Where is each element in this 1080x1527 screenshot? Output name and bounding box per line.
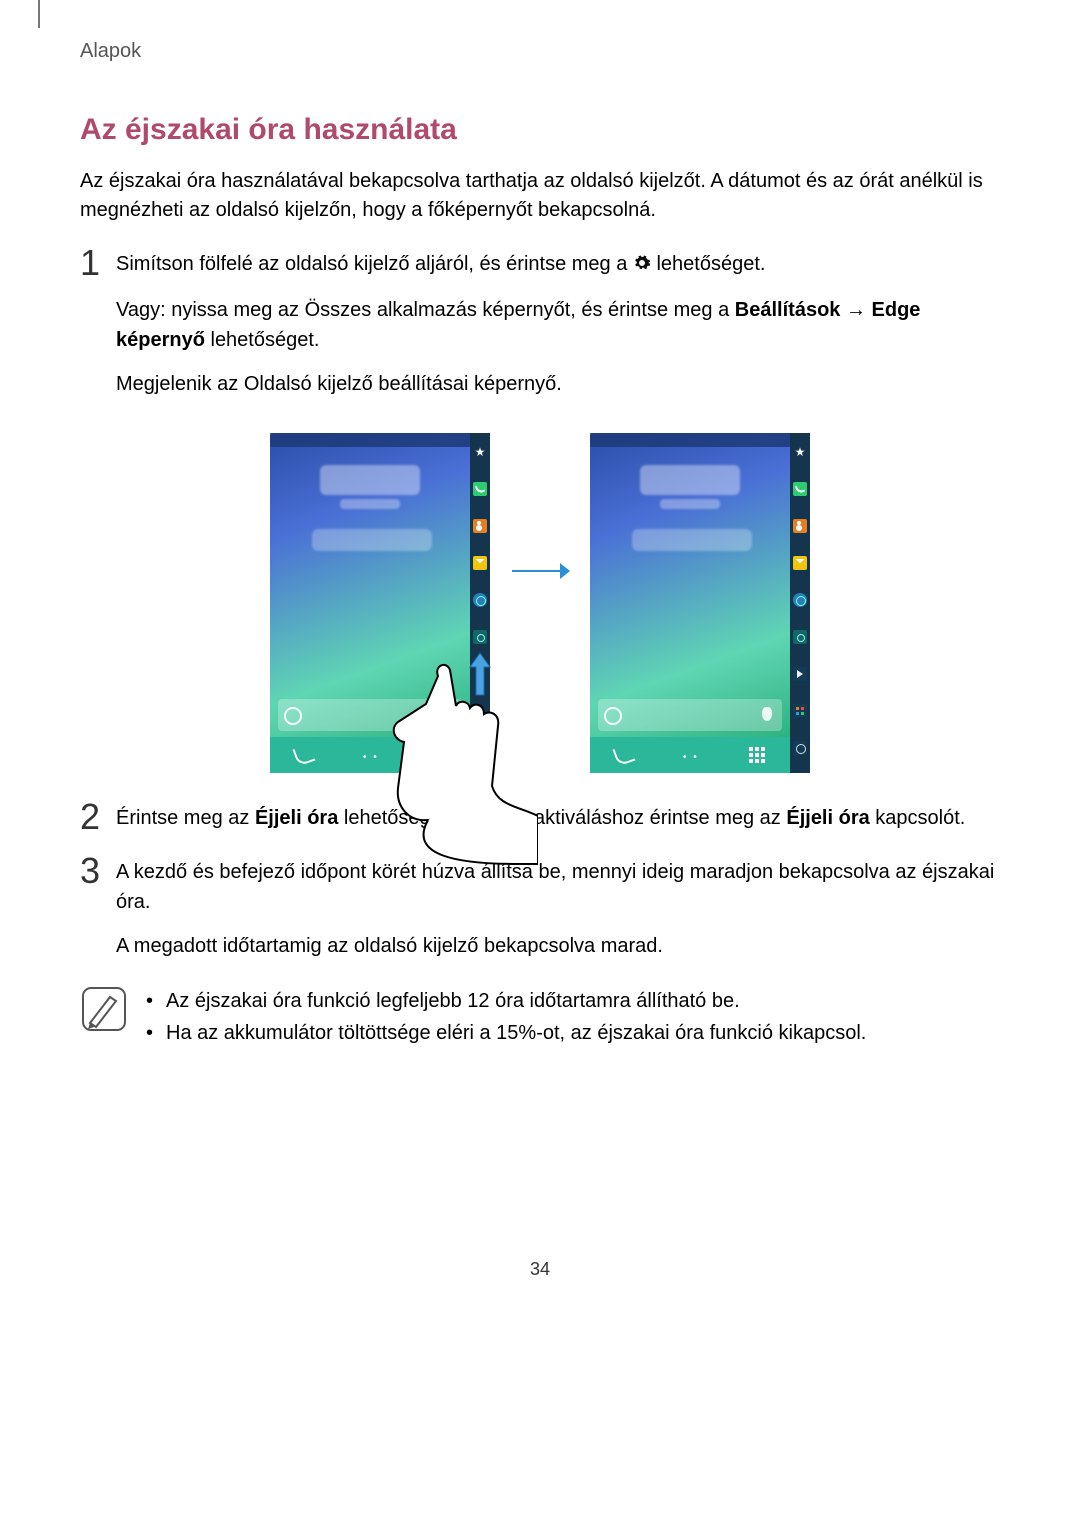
dock-apps-icon [749, 747, 765, 763]
lockscreen-date [660, 499, 720, 509]
step3-p2: A megadott időtartamig az oldalsó kijelz… [116, 931, 1000, 961]
nav-dock [590, 737, 790, 773]
step-number: 3 [80, 853, 116, 889]
header-rule [38, 0, 40, 28]
step2-text: Érintse meg az Éjjeli óra lehetőséget, m… [116, 803, 1000, 833]
globe-icon [473, 593, 487, 607]
step1-line1a: Simítson fölfelé az oldalsó kijelző aljá… [116, 253, 633, 275]
step2-a: Érintse meg az [116, 807, 255, 829]
camera-icon [793, 630, 807, 644]
step1-line1b: lehetőséget. [656, 253, 765, 275]
page-number: 34 [80, 1259, 1000, 1280]
note-icon [80, 985, 128, 1033]
step2-e: kapcsolót. [870, 807, 966, 829]
call-icon [473, 482, 487, 496]
note-list: • Az éjszakai óra funkció legfeljebb 12 … [146, 985, 866, 1049]
transition-arrow-icon [510, 559, 570, 588]
call-icon [793, 482, 807, 496]
step1-line2a: Vagy: nyissa meg az Összes alkalmazás ké… [116, 299, 735, 321]
intro-paragraph: Az éjszakai óra használatával bekapcsolv… [80, 167, 1000, 225]
step1-line2b: Beállítások [735, 299, 841, 321]
mail-icon [473, 556, 487, 570]
note-text-2: Ha az akkumulátor töltöttsége eléri a 15… [166, 1017, 866, 1049]
contact-icon [473, 519, 487, 533]
note-item-2: • Ha az akkumulátor töltöttsége eléri a … [146, 1017, 866, 1049]
step-number: 1 [80, 245, 116, 281]
note-box: • Az éjszakai óra funkció legfeljebb 12 … [80, 985, 1000, 1049]
note-text-1: Az éjszakai óra funkció legfeljebb 12 ór… [166, 985, 740, 1017]
gear-icon [793, 741, 807, 755]
star-icon: ★ [473, 445, 487, 459]
step1-line2e: lehetőséget. [205, 329, 320, 351]
dock-phone-icon [612, 743, 635, 766]
star-icon: ★ [793, 445, 807, 459]
play-icon [793, 667, 807, 681]
step-3: 3 A kezdő és befejező időpont körét húzv… [80, 857, 1000, 975]
lockscreen-weather [632, 529, 752, 551]
edge-panel-after: ★ [790, 433, 810, 773]
step1-line1: Simítson fölfelé az oldalsó kijelző aljá… [116, 249, 1000, 281]
dock-phone-icon [292, 743, 315, 766]
lockscreen-weather [312, 529, 432, 551]
gear-icon [633, 251, 651, 281]
search-bar [598, 699, 782, 731]
step1-line3: Megjelenik az Oldalsó kijelző beállítása… [116, 369, 1000, 399]
status-bar [590, 433, 790, 447]
breadcrumb: Alapok [80, 40, 1000, 63]
step1-line2c: → [840, 299, 871, 321]
dock-indicator-icon [683, 747, 699, 763]
step-2: 2 Érintse meg az Éjjeli óra lehetőséget,… [80, 803, 1000, 847]
step-1: 1 Simítson fölfelé az oldalsó kijelző al… [80, 249, 1000, 413]
step1-line2: Vagy: nyissa meg az Összes alkalmazás ké… [116, 295, 1000, 355]
bullet-icon: • [146, 1017, 166, 1049]
lockscreen-clock [640, 465, 740, 495]
section-title: Az éjszakai óra használata [80, 113, 1000, 147]
apps-squares-icon [793, 704, 807, 718]
phone-after: ★ [590, 433, 810, 773]
mail-icon [793, 556, 807, 570]
phone-before: ★ [270, 433, 490, 773]
globe-icon [793, 593, 807, 607]
hand-pointer-icon [368, 656, 538, 871]
contact-icon [793, 519, 807, 533]
figure-edge-swipe: ★ [80, 433, 1000, 773]
step3-p1: A kezdő és befejező időpont körét húzva … [116, 857, 1000, 917]
step-number: 2 [80, 799, 116, 835]
camera-icon [473, 630, 487, 644]
lockscreen-date [340, 499, 400, 509]
step2-d: Éjjeli óra [786, 807, 869, 829]
status-bar [270, 433, 470, 447]
step2-b: Éjjeli óra [255, 807, 338, 829]
lockscreen-clock [320, 465, 420, 495]
note-item-1: • Az éjszakai óra funkció legfeljebb 12 … [146, 985, 866, 1017]
bullet-icon: • [146, 985, 166, 1017]
